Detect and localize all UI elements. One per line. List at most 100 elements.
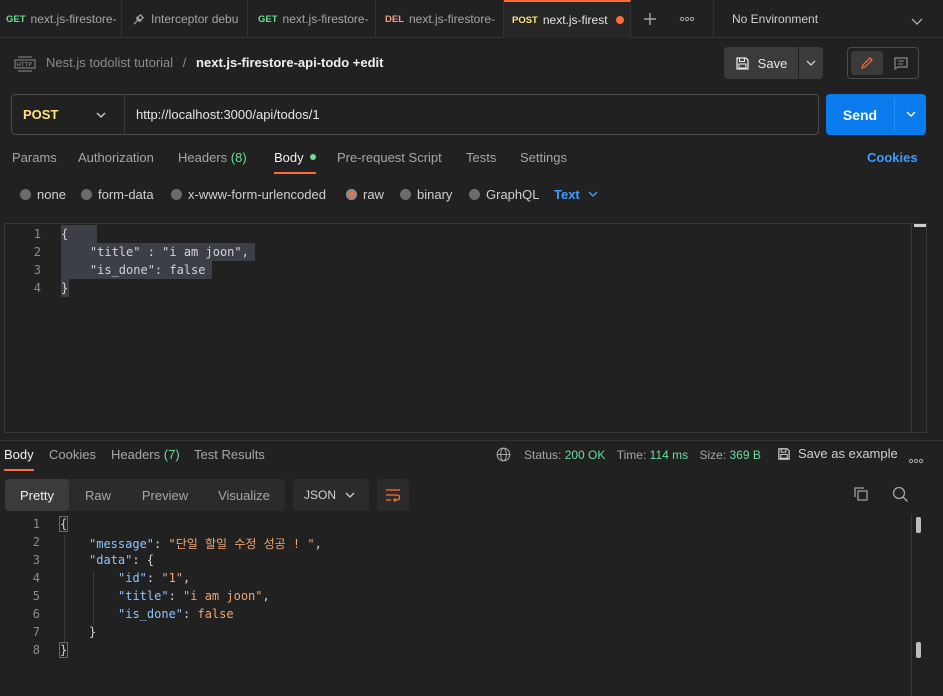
tab-interceptor[interactable]: Interceptor debu	[122, 0, 248, 38]
tab-title: next.js-firest	[542, 13, 608, 27]
url-bar: POST http://localhost:3000/api/todos/1	[11, 94, 819, 135]
chevron-down-icon	[806, 60, 816, 66]
json-line-message: "message": "단일 할일 수정 성공 ! ",	[89, 537, 322, 551]
scroll-thumb[interactable]	[916, 642, 921, 658]
size-value[interactable]: 369 B	[730, 448, 761, 462]
globe-icon[interactable]	[496, 447, 511, 465]
save-as-example-label: Save as example	[798, 446, 898, 461]
response-format-label: JSON	[304, 488, 337, 502]
request-body-editor[interactable]: 1 2 3 4 { "title" : "i am joon", "is_don…	[4, 223, 927, 433]
tab-authorization[interactable]: Authorization	[78, 150, 154, 165]
tab-get-firestore-2[interactable]: GET next.js-firestore-	[248, 0, 376, 38]
status-label: Status:	[524, 448, 562, 462]
save-button[interactable]: Save	[724, 47, 798, 79]
tab-settings[interactable]: Settings	[520, 150, 567, 165]
send-button[interactable]: Send	[826, 94, 894, 135]
json-line-title: "title": "i am joon",	[118, 589, 270, 603]
save-disk-icon	[778, 447, 790, 460]
response-scroll-track	[911, 514, 912, 696]
radio-label: GraphQL	[486, 187, 540, 202]
line-number: 1	[32, 517, 40, 531]
line-number: 3	[32, 553, 40, 567]
json-line-data: "data": {	[89, 553, 155, 567]
tab-params[interactable]: Params	[12, 150, 57, 165]
radio-label: raw	[363, 187, 384, 202]
radio-graphql[interactable]: GraphQL	[469, 187, 539, 202]
response-view-segment: Pretty Raw Preview Visualize	[5, 479, 285, 511]
breadcrumb-request-name[interactable]: next.js-firestore-api-todo +edit	[196, 55, 383, 70]
editor-scrollbar[interactable]	[911, 224, 926, 432]
code-line: "is_done": false	[61, 263, 206, 277]
view-pretty[interactable]: Pretty	[5, 479, 69, 511]
indent-guide	[93, 571, 94, 625]
tab-title: next.js-firestore-	[30, 12, 117, 26]
radio-circle	[469, 189, 480, 200]
interceptor-icon	[132, 13, 145, 26]
copy-icon[interactable]	[853, 486, 869, 505]
response-format-select[interactable]: JSON	[293, 479, 369, 511]
tab-body-label: Body	[274, 150, 304, 165]
radio-label: none	[37, 187, 66, 202]
more-tabs-icon[interactable]	[676, 9, 698, 29]
more-options-icon[interactable]	[908, 452, 924, 467]
radio-circle	[400, 189, 411, 200]
breadcrumb-collection[interactable]: Nest.js todolist tutorial	[46, 55, 173, 70]
cookies-link[interactable]: Cookies	[867, 150, 918, 165]
send-options-dropdown[interactable]	[895, 94, 926, 135]
json-line-is-done: "is_done": false	[118, 607, 234, 621]
breadcrumb-separator: /	[182, 55, 187, 70]
line-number: 4	[33, 281, 41, 295]
body-format-select[interactable]: Text	[554, 187, 598, 202]
time-value[interactable]: 114 ms	[650, 448, 688, 462]
response-body-viewer[interactable]: 1 2 3 4 5 6 7 8 { "message": "단일 할일 수정 성…	[0, 514, 943, 696]
comment-mode-button[interactable]	[886, 51, 916, 75]
radio-urlencoded[interactable]: x-www-form-urlencoded	[171, 187, 326, 202]
radio-none[interactable]: none	[20, 187, 66, 202]
environment-selector[interactable]: No Environment	[713, 0, 943, 38]
chevron-down-icon	[96, 112, 106, 118]
tab-get-firestore-1[interactable]: GET next.js-firestore-	[0, 0, 122, 38]
tab-del-firestore[interactable]: DEL next.js-firestore-	[376, 0, 504, 38]
status-value[interactable]: 200 OK	[565, 448, 606, 462]
indent-guide	[64, 535, 65, 643]
new-tab-plus-icon[interactable]	[640, 9, 660, 29]
save-label: Save	[757, 55, 788, 71]
radio-binary[interactable]: binary	[400, 187, 452, 202]
radio-circle	[81, 189, 92, 200]
method-select[interactable]: POST	[12, 95, 125, 134]
tab-post-firestore-active[interactable]: POST next.js-firest	[504, 0, 631, 38]
line-number: 4	[32, 571, 40, 585]
response-tab-cookies[interactable]: Cookies	[49, 447, 96, 462]
tab-prerequest-script[interactable]: Pre-request Script	[337, 150, 442, 165]
view-raw[interactable]: Raw	[69, 479, 127, 511]
save-disk-icon	[735, 56, 750, 71]
breadcrumb: Nest.js todolist tutorial / next.js-fire…	[46, 55, 384, 70]
response-headers-label: Headers	[111, 447, 161, 462]
response-tab-headers[interactable]: Headers (7)	[111, 447, 180, 462]
tab-body[interactable]: Body	[274, 150, 317, 174]
save-options-dropdown[interactable]	[799, 47, 823, 79]
radio-raw[interactable]: raw	[346, 187, 384, 202]
response-tab-body[interactable]: Body	[4, 447, 34, 471]
scroll-thumb[interactable]	[916, 517, 921, 533]
radio-circle	[171, 189, 182, 200]
svg-text:HTTP: HTTP	[17, 62, 33, 69]
view-visualize[interactable]: Visualize	[203, 479, 285, 511]
json-close-brace: }	[58, 642, 69, 658]
response-tab-test-results[interactable]: Test Results	[194, 447, 265, 462]
save-as-example-button[interactable]: Save as example	[777, 446, 898, 461]
tab-tests[interactable]: Tests	[466, 150, 496, 165]
line-number: 7	[32, 625, 40, 639]
url-input[interactable]: http://localhost:3000/api/todos/1	[136, 95, 320, 134]
view-preview[interactable]: Preview	[127, 479, 203, 511]
tab-headers[interactable]: Headers (8)	[178, 150, 247, 165]
wrap-lines-button[interactable]	[377, 479, 409, 511]
radio-form-data[interactable]: form-data	[81, 187, 154, 202]
scroll-thumb[interactable]	[914, 224, 926, 227]
headers-count: (8)	[230, 150, 247, 165]
tab-title: next.js-firestore-	[282, 12, 369, 26]
pencil-icon	[861, 57, 873, 69]
edit-mode-button[interactable]	[851, 51, 883, 75]
body-format-label: Text	[554, 187, 580, 202]
search-icon[interactable]	[892, 486, 909, 506]
